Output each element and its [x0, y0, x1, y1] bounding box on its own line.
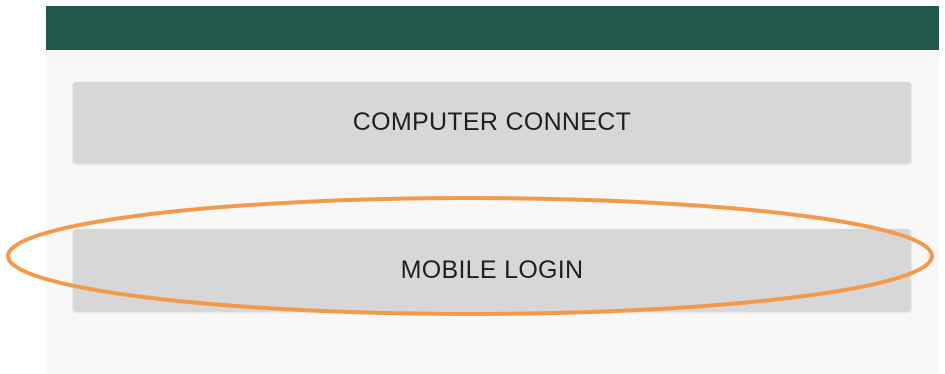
mobile-login-button[interactable]: MOBILE LOGIN: [73, 229, 911, 311]
app-frame: COMPUTER CONNECT MOBILE LOGIN: [46, 6, 939, 374]
computer-connect-button[interactable]: COMPUTER CONNECT: [73, 82, 911, 163]
app-header: [46, 6, 939, 50]
